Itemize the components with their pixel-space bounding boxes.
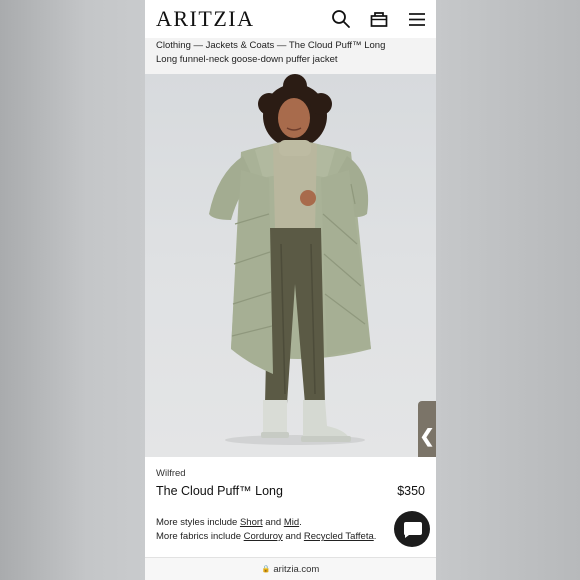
more-fabrics-and: and [282,531,304,542]
search-icon[interactable] [331,9,351,29]
phone-screen: ARITZIA Clothing — Jackets & Coats — The… [145,0,436,580]
more-styles-and: and [262,517,284,528]
more-fabrics-line: More fabrics include Corduroy and Recycl… [156,531,376,542]
style-link-mid[interactable]: Mid [284,517,299,528]
product-image[interactable]: ❮ [145,74,436,457]
more-fabrics-prefix: More fabrics include [156,531,244,542]
style-link-short[interactable]: Short [240,517,263,528]
more-styles-prefix: More styles include [156,517,240,528]
lock-icon: 🔒 [261,566,271,573]
browser-url-bar[interactable]: 🔒 aritzia.com [145,557,436,580]
model-wearing-puffer-coat [209,74,371,445]
top-nav-bar: ARITZIA [145,0,436,40]
breadcrumb: Clothing — Jackets & Coats — The Cloud P… [145,38,436,74]
product-info: Wilfred The Cloud Puff™ Long $350 More s… [145,457,436,557]
side-tab-toggle[interactable]: ❮ [418,401,436,457]
aritzia-logo[interactable]: ARITZIA [156,6,254,32]
fabric-link-corduroy[interactable]: Corduroy [244,531,283,542]
menu-icon[interactable] [407,9,427,29]
chat-button[interactable] [394,511,430,547]
product-description: Long funnel-neck goose-down puffer jacke… [156,54,338,65]
more-fabrics-period: . [373,531,377,542]
fabric-link-recycled-taffeta[interactable]: Recycled Taffeta [304,531,374,542]
breadcrumb-trail[interactable]: Clothing — Jackets & Coats — The Cloud P… [156,40,385,51]
bag-icon[interactable] [369,9,389,29]
more-styles-line: More styles include Short and Mid. [156,517,302,528]
url-domain: aritzia.com [273,564,320,575]
more-styles-period: . [299,517,302,528]
product-price: $350 [397,484,425,498]
product-name: The Cloud Puff™ Long [156,484,283,498]
product-brand[interactable]: Wilfred [156,468,186,479]
chat-bubble-icon [404,522,422,538]
